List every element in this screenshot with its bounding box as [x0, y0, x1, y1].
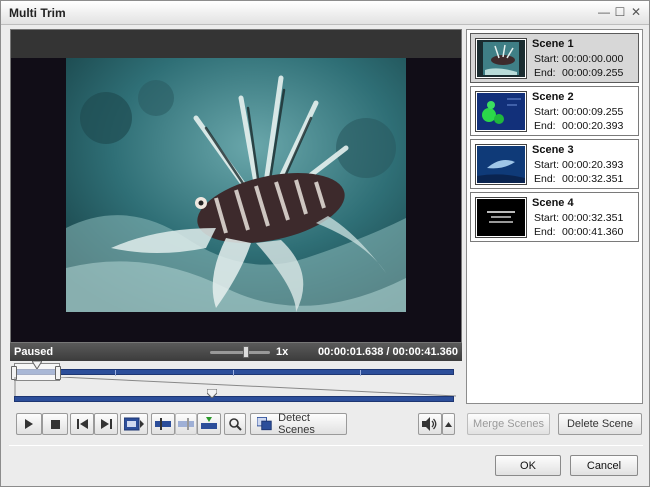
split-scene-icon — [201, 417, 217, 429]
detect-scenes-button[interactable]: Detect Scenes — [250, 412, 347, 436]
playhead-marker[interactable] — [31, 361, 42, 369]
timeline-track[interactable] — [14, 369, 454, 376]
mark-out-icon — [178, 418, 194, 430]
footer-divider — [9, 445, 643, 446]
zoomed-playhead[interactable] — [207, 389, 217, 398]
scene-start: Start: 00:00:00.000 — [534, 53, 624, 65]
speed-slider-track[interactable] — [210, 351, 270, 354]
previous-frame-button[interactable] — [70, 413, 94, 435]
film-strip-icon — [124, 417, 144, 431]
speaker-icon — [422, 417, 437, 431]
zoomed-timeline-track[interactable] — [14, 396, 454, 402]
scene-thumbnail — [475, 197, 527, 238]
preview-mode-button[interactable] — [120, 413, 148, 435]
mark-in-icon — [155, 418, 171, 430]
cancel-label: Cancel — [586, 459, 622, 472]
window-controls: — ☐ ✕ — [597, 4, 643, 20]
play-button[interactable] — [16, 413, 42, 435]
scene-name: Scene 3 — [532, 144, 574, 156]
next-frame-button[interactable] — [94, 413, 118, 435]
scene-marker — [360, 370, 361, 376]
timecode-display: 00:00:01.638 / 00:00:41.360 — [317, 346, 458, 358]
play-icon — [25, 419, 33, 429]
scene-item[interactable]: Scene 4 Start: 00:00:32.351 End: 00:00:41.… — [470, 192, 639, 242]
scene-item[interactable]: Scene 1 Start: 00:00:00.000 End: 00:00:09.… — [470, 33, 639, 83]
stop-icon — [50, 419, 60, 429]
merge-scenes-label: Merge Scenes — [473, 418, 544, 430]
scene-thumbnail — [475, 91, 527, 132]
multi-trim-window: Multi Trim — ☐ ✕ Paused 1x 00:00:01.638 … — [0, 0, 650, 487]
volume-popup-button[interactable] — [442, 413, 455, 435]
previous-frame-icon — [76, 419, 88, 429]
zoom-button[interactable] — [224, 413, 246, 435]
scene-end: End: 00:00:41.360 — [534, 226, 624, 238]
chevron-up-icon — [445, 421, 452, 427]
close-button[interactable]: ✕ — [629, 4, 643, 20]
cancel-button[interactable]: Cancel — [570, 455, 638, 476]
scene-name: Scene 2 — [532, 91, 574, 103]
scene-list: Scene 1 Start: 00:00:00.000 End: 00:00:09.… — [466, 29, 643, 404]
scene-end: End: 00:00:09.255 — [534, 67, 624, 79]
scene-name: Scene 1 — [532, 38, 574, 50]
delete-scene-label: Delete Scene — [566, 418, 634, 430]
scene-marker — [233, 370, 234, 376]
scene-start: Start: 00:00:32.351 — [534, 212, 624, 224]
playback-status: Paused — [14, 346, 54, 358]
title-bar: Multi Trim — ☐ ✕ — [1, 1, 649, 25]
scene-start: Start: 00:00:20.393 — [534, 159, 624, 171]
ok-button[interactable]: OK — [495, 455, 561, 476]
window-title: Multi Trim — [9, 6, 66, 20]
scene-thumbnail — [475, 144, 527, 185]
detect-scenes-icon — [257, 417, 272, 431]
video-frame-image — [66, 58, 406, 312]
stop-button[interactable] — [42, 413, 68, 435]
add-split-button[interactable] — [197, 413, 221, 435]
set-end-button[interactable] — [175, 413, 197, 435]
detect-scenes-label: Detect Scenes — [278, 412, 315, 436]
volume-button[interactable] — [418, 413, 442, 435]
scene-start: Start: 00:00:09.255 — [534, 106, 624, 118]
scene-marker — [115, 370, 116, 376]
speed-slider-thumb[interactable] — [243, 346, 249, 358]
scene-end: End: 00:00:20.393 — [534, 120, 624, 132]
scene-thumbnail — [475, 38, 527, 79]
scene-item[interactable]: Scene 2 Start: 00:00:09.255 End: 00:00:20.… — [470, 86, 639, 136]
magnifier-icon — [228, 417, 242, 431]
minimize-button[interactable]: — — [597, 4, 611, 20]
scene-item[interactable]: Scene 3 Start: 00:00:20.393 End: 00:00:32.… — [470, 139, 639, 189]
speed-label: 1x — [276, 346, 289, 358]
video-preview — [10, 29, 462, 343]
playback-status-bar: Paused 1x 00:00:01.638 / 00:00:41.360 — [10, 343, 462, 361]
delete-scene-button[interactable]: Delete Scene — [558, 413, 642, 435]
ok-label: OK — [520, 459, 536, 472]
merge-scenes-button[interactable]: Merge Scenes — [467, 413, 550, 435]
scene-end: End: 00:00:32.351 — [534, 173, 624, 185]
maximize-button[interactable]: ☐ — [613, 4, 627, 20]
set-start-button[interactable] — [151, 413, 175, 435]
timeline — [10, 361, 462, 403]
scene-name: Scene 4 — [532, 197, 574, 209]
next-frame-icon — [100, 419, 112, 429]
video-top-bar — [11, 30, 461, 58]
